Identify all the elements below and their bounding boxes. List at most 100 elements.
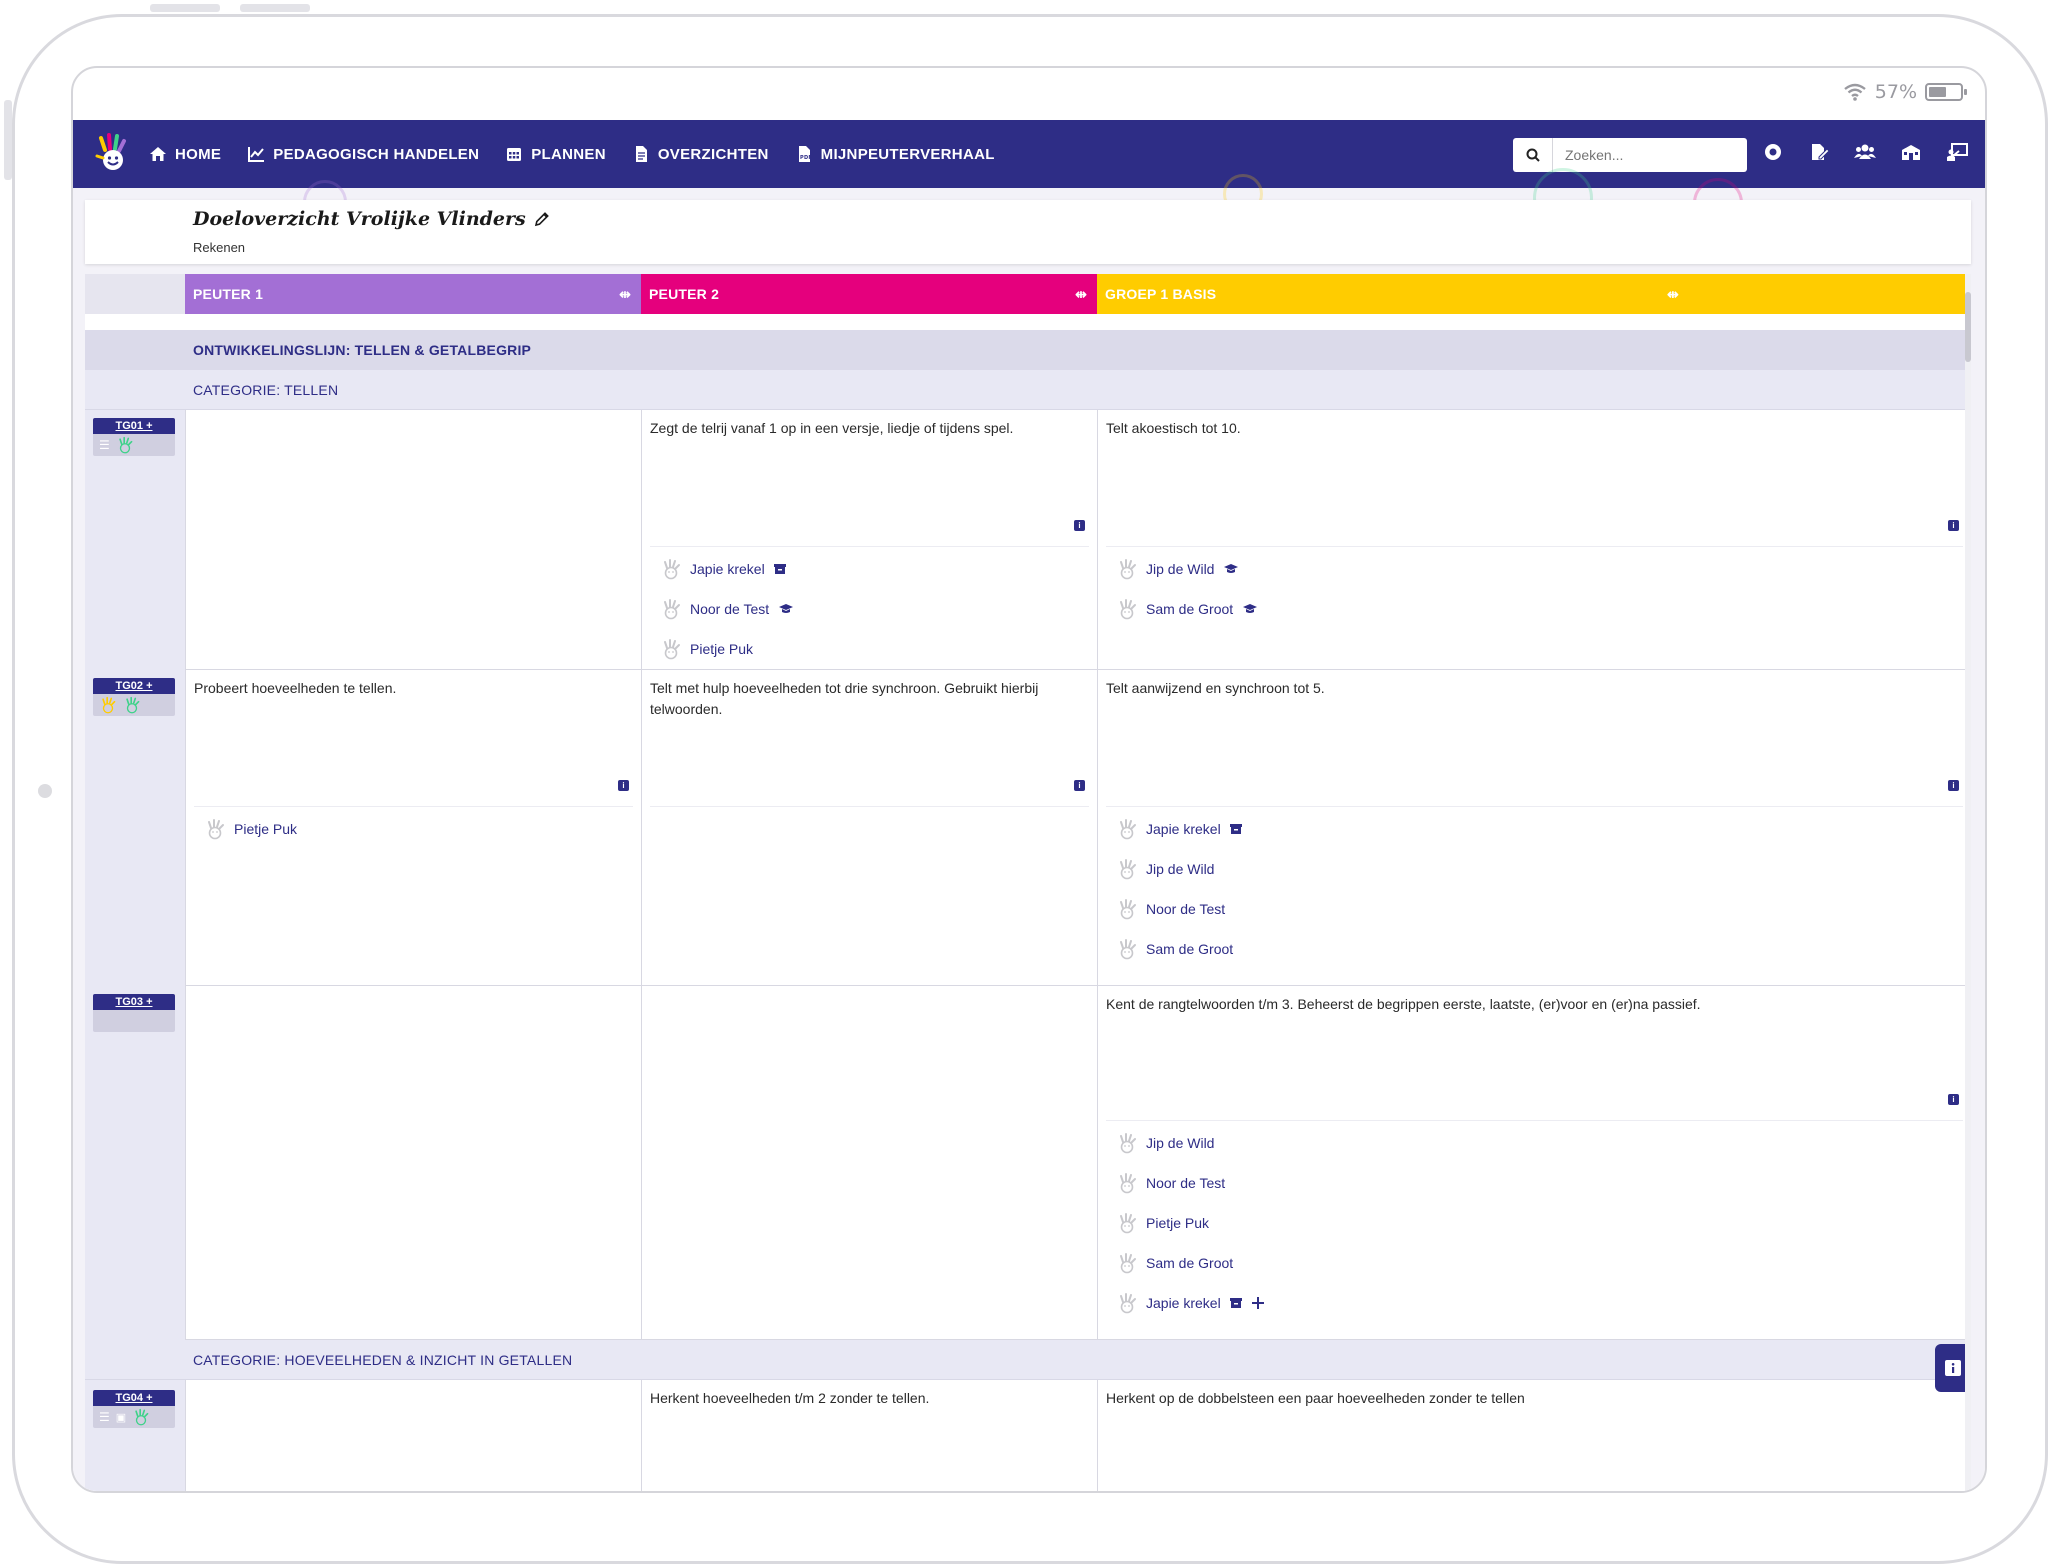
scrollbar-thumb[interactable]	[1965, 292, 1971, 362]
expand-horizontal-icon[interactable]: ⇹	[619, 286, 631, 303]
goal-description: Telt met hulp hoeveelheden tot drie sync…	[650, 680, 1039, 717]
battery-percentage: 57%	[1874, 81, 1917, 103]
child-link[interactable]: Pietje Puk	[660, 638, 753, 660]
goal-description: Kent de rangtelwoorden t/m 3. Beheerst d…	[1106, 996, 1701, 1012]
hand-face-icon[interactable]	[123, 696, 141, 714]
goal-cell[interactable]: Zegt de telrij vanaf 1 op in een versje,…	[641, 410, 1097, 670]
goal-code-badge[interactable]: TG04 +	[93, 1390, 175, 1406]
hand-face-icon	[664, 559, 680, 580]
child-link[interactable]: Jip de Wild	[1116, 1132, 1214, 1154]
child-link[interactable]: Japie krekel	[1116, 818, 1243, 840]
column-header-label: PEUTER 2	[649, 286, 720, 302]
archive-box-icon	[1229, 1298, 1242, 1308]
archive-box-icon[interactable]: ▣	[116, 1411, 126, 1424]
info-icon[interactable]: i	[1948, 520, 1959, 531]
column-header-label: PEUTER 1	[193, 286, 264, 302]
hand-face-icon[interactable]	[116, 436, 134, 454]
search-input[interactable]	[1553, 138, 1747, 172]
goal-cell[interactable]: Probeert hoeveelheden te tellen. i Pietje …	[185, 670, 641, 986]
app-logo[interactable]	[91, 132, 135, 176]
svg-text:PDF: PDF	[800, 155, 812, 161]
plus-icon[interactable]	[1251, 1296, 1265, 1310]
goal-cell[interactable]	[185, 410, 641, 670]
nav-mijnpeuterverhaal-label: MIJNPEUTERVERHAAL	[820, 145, 995, 163]
hand-face-icon	[1120, 859, 1136, 880]
goal-cell[interactable]: Telt met hulp hoeveelheden tot drie sync…	[641, 670, 1097, 986]
record-circle-icon[interactable]	[1761, 140, 1785, 164]
expand-horizontal-icon[interactable]: ⇹	[1075, 286, 1087, 303]
goal-status-box	[93, 1010, 175, 1032]
nav-pedagogisch-handelen[interactable]: PEDAGOGISCH HANDELEN	[247, 145, 479, 163]
goal-status-box: ☰ ▣	[93, 1406, 175, 1428]
sliders-icon[interactable]: ☰	[99, 1410, 110, 1424]
hand-face-icon	[1120, 1293, 1136, 1314]
child-link[interactable]: Jip de Wild	[1116, 558, 1240, 580]
column-header-peuter1[interactable]: PEUTER 1 ⇹	[185, 274, 641, 314]
nav-pedagogisch-label: PEDAGOGISCH HANDELEN	[273, 145, 480, 163]
file-edit-icon[interactable]	[1807, 140, 1831, 164]
hand-face-icon	[1120, 939, 1136, 960]
main-content: Doeloverzicht Vrolijke Vlinders Rekenen …	[73, 168, 1985, 1491]
scrollbar[interactable]	[1965, 274, 1971, 1491]
hand-face-icon	[1120, 819, 1136, 840]
child-link[interactable]: Sam de Groot	[1116, 598, 1259, 620]
goal-cell[interactable]: Kent de rangtelwoorden t/m 3. Beheerst d…	[1097, 986, 1971, 1340]
column-header-groep1-basis[interactable]: GROEP 1 BASIS ⇹	[1097, 274, 1971, 314]
pencil-edit-icon[interactable]	[534, 211, 550, 227]
expand-horizontal-icon[interactable]: ⇹	[1667, 286, 1679, 303]
info-icon[interactable]: i	[618, 780, 629, 791]
nav-plannen[interactable]: PLANNEN	[505, 145, 606, 163]
nav-overzichten[interactable]: OVERZICHTEN	[632, 145, 769, 163]
child-link[interactable]: Noor de Test	[660, 598, 795, 620]
users-group-icon[interactable]	[1853, 140, 1877, 164]
goal-description: Herkent hoeveelheden t/m 2 zonder te tel…	[650, 1390, 930, 1406]
goal-code-badge[interactable]: TG01 +	[93, 418, 175, 434]
child-link[interactable]: Japie krekel	[1116, 1292, 1265, 1314]
info-icon[interactable]: i	[1074, 780, 1085, 791]
tablet-top-button-1	[150, 4, 220, 12]
goal-cell[interactable]: Herkent op de dobbelsteen een paar hoeve…	[1097, 1380, 1971, 1491]
hand-face-icon	[1120, 559, 1136, 580]
goal-cell[interactable]	[185, 986, 641, 1340]
school-building-icon[interactable]	[1899, 140, 1923, 164]
teacher-board-icon[interactable]	[1945, 140, 1969, 164]
info-icon[interactable]: i	[1948, 780, 1959, 791]
graduation-cap-icon	[1243, 604, 1258, 613]
goal-description: Telt aanwijzend en synchroon tot 5.	[1106, 680, 1325, 696]
sliders-icon[interactable]: ☰	[99, 438, 110, 452]
child-link[interactable]: Noor de Test	[1116, 898, 1225, 920]
child-link[interactable]: Sam de Groot	[1116, 1252, 1233, 1274]
goal-cell[interactable]	[641, 986, 1097, 1340]
column-header-label: GROEP 1 BASIS	[1105, 286, 1217, 302]
goal-cell[interactable]: Telt aanwijzend en synchroon tot 5. i Japi…	[1097, 670, 1971, 986]
search-icon[interactable]	[1513, 138, 1553, 172]
child-link[interactable]: Pietje Puk	[204, 818, 297, 840]
goal-status-box	[93, 694, 175, 716]
child-link[interactable]: Japie krekel	[660, 558, 787, 580]
goal-cell[interactable]	[185, 1380, 641, 1491]
info-icon[interactable]: i	[1948, 1094, 1959, 1105]
column-header-peuter2[interactable]: PEUTER 2 ⇹	[641, 274, 1097, 314]
child-link[interactable]: Pietje Puk	[1116, 1212, 1209, 1234]
device-frame-stage: 57% HOME PEDAGOGISCH HANDELEN PLANNEN OV…	[0, 0, 2048, 1567]
goal-cell[interactable]: Herkent hoeveelheden t/m 2 zonder te tel…	[641, 1380, 1097, 1491]
child-name: Noor de Test	[1146, 1175, 1226, 1191]
child-link[interactable]: Sam de Groot	[1116, 938, 1233, 960]
hand-face-icon[interactable]	[132, 1408, 150, 1426]
hand-face-icon	[1120, 899, 1136, 920]
nav-home[interactable]: HOME	[149, 145, 221, 163]
nav-plannen-label: PLANNEN	[531, 145, 606, 163]
goal-code-badge[interactable]: TG02 +	[93, 678, 175, 694]
goal-cell[interactable]: Telt akoestisch tot 10. i Jip de Wild Sam d…	[1097, 410, 1971, 670]
archive-box-icon	[773, 564, 786, 574]
info-icon[interactable]: i	[1074, 520, 1085, 531]
pdf-file-icon: PDF	[798, 146, 812, 162]
nav-mijnpeuterverhaal[interactable]: PDF MIJNPEUTERVERHAAL	[795, 145, 995, 163]
column-headers: PEUTER 1 ⇹ PEUTER 2 ⇹ GROEP 1 BASIS ⇹	[85, 274, 1971, 314]
child-link[interactable]: Noor de Test	[1116, 1172, 1225, 1194]
child-name: Jip de Wild	[1146, 1135, 1215, 1151]
hand-face-icon[interactable]	[99, 696, 117, 714]
goal-code-badge[interactable]: TG03 +	[93, 994, 175, 1010]
page-title: Doeloverzicht Vrolijke Vlinders	[193, 208, 550, 230]
child-link[interactable]: Jip de Wild	[1116, 858, 1214, 880]
